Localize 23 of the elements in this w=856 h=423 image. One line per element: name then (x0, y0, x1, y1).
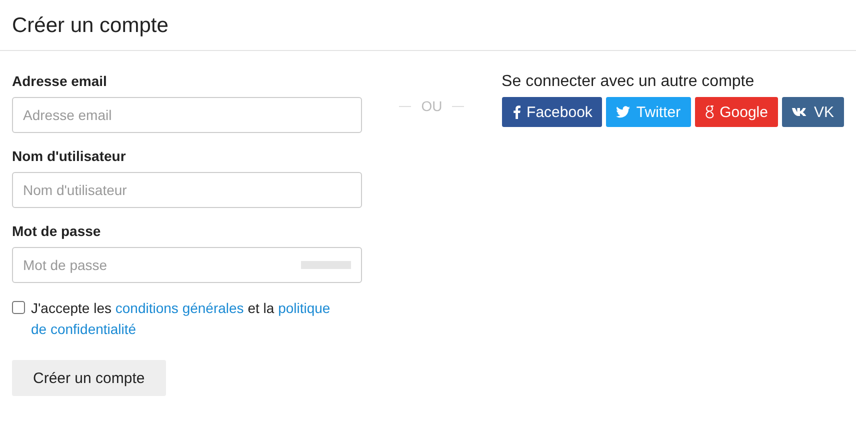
terms-checkbox[interactable] (12, 301, 25, 314)
terms-text: J'accepte les conditions générales et la politique de confidentialité (31, 299, 332, 339)
page-title: Créer un compte (0, 0, 856, 51)
vk-logo-icon (792, 107, 808, 117)
field-label: Nom d'utilisateur (12, 148, 127, 164)
bird-icon (616, 106, 630, 118)
social-login-button[interactable]: Google (694, 97, 778, 127)
input-field[interactable]: Mot de passe (12, 247, 362, 283)
social-heading: Se connecter avec un autre compte (502, 73, 756, 91)
create-account-button[interactable]: Créer un compte (12, 360, 166, 396)
terms-link[interactable]: conditions générales (115, 300, 244, 316)
social-login-button[interactable]: VK (782, 97, 844, 127)
social-login-button[interactable]: Twitter (606, 97, 691, 127)
terms-link[interactable]: de confidentialité (31, 321, 136, 337)
field-label: Adresse email (12, 73, 108, 89)
social-login-button[interactable]: Facebook (502, 97, 602, 127)
input-field[interactable]: Nom d'utilisateur (12, 172, 362, 208)
letter-f-icon (512, 105, 521, 119)
letter-g-icon (704, 105, 714, 119)
field-label: Mot de passe (12, 223, 102, 239)
separator-text: OU (421, 98, 442, 114)
terms-link[interactable]: politique (278, 300, 330, 316)
input-field[interactable]: Adresse email (12, 97, 362, 133)
